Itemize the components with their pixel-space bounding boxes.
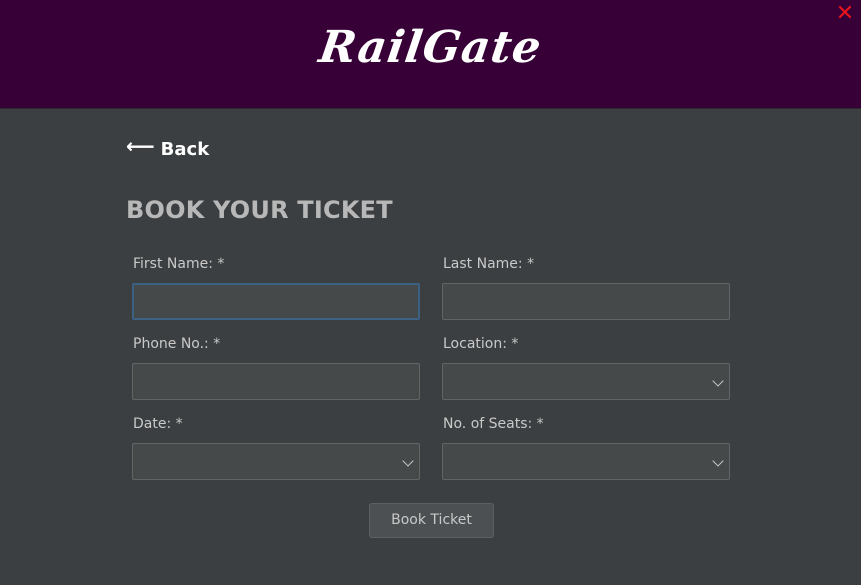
location-label: Location: * <box>443 336 519 352</box>
page-title: BOOK YOUR TICKET <box>126 196 393 224</box>
seats-label: No. of Seats: * <box>443 416 544 432</box>
date-select[interactable] <box>132 443 420 480</box>
date-label: Date: * <box>133 416 183 432</box>
chevron-down-icon <box>712 455 724 467</box>
chevron-down-icon <box>712 375 724 387</box>
last-name-label: Last Name: * <box>443 256 535 272</box>
chevron-down-icon <box>402 455 414 467</box>
back-arrow-icon: ⟵ <box>126 134 155 158</box>
close-icon[interactable]: ✕ <box>833 2 857 26</box>
back-button[interactable]: ⟵ Back <box>126 136 209 162</box>
seats-select[interactable] <box>442 443 730 480</box>
first-name-field[interactable] <box>132 283 420 320</box>
back-label: Back <box>160 138 210 160</box>
last-name-field[interactable] <box>442 283 730 320</box>
location-select[interactable] <box>442 363 730 400</box>
phone-label: Phone No.: * <box>133 336 221 352</box>
app-logo: RailGate <box>315 22 546 73</box>
book-ticket-button[interactable]: Book Ticket <box>369 503 494 538</box>
phone-field[interactable] <box>132 363 420 400</box>
app-header: RailGate ✕ <box>0 0 861 109</box>
first-name-label: First Name: * <box>133 256 225 272</box>
